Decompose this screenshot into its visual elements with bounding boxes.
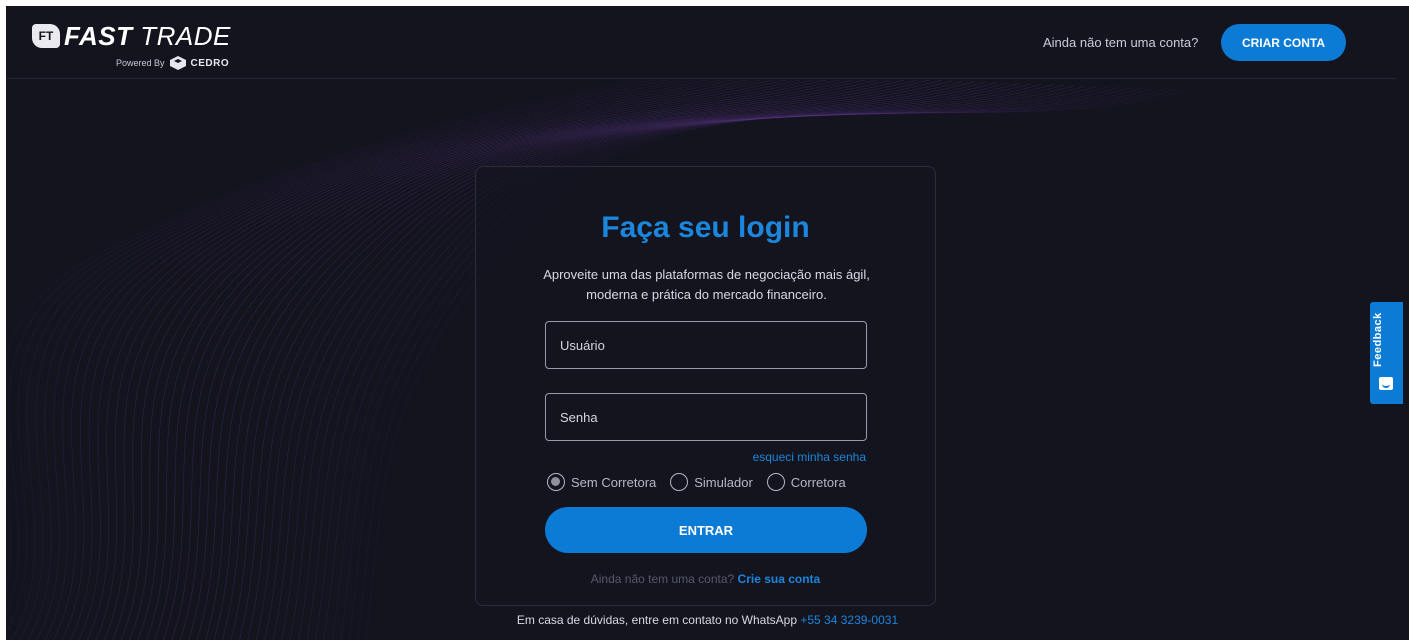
powered-by: Powered By CEDRO (116, 56, 229, 70)
create-account-link[interactable]: Crie sua conta (738, 572, 821, 586)
signup-question: Ainda não tem uma conta? (590, 572, 735, 586)
login-title: Faça seu login (601, 211, 810, 244)
login-submit-button[interactable]: ENTRAR (545, 507, 867, 553)
radio-sem-corretora[interactable]: Sem Corretora (547, 473, 656, 491)
fast-trade-logo[interactable]: FT FAST TRADE Powered By CEDRO (30, 18, 230, 74)
radio-unchecked-icon[interactable] (670, 473, 689, 491)
create-account-button[interactable]: CRIAR CONTA (1221, 24, 1346, 61)
login-subtitle-line2: moderna e prática do mercado financeiro. (586, 287, 827, 302)
top-header: FT FAST TRADE Powered By CEDRO Ainda não… (6, 6, 1396, 79)
signup-prompt: Ainda não tem uma conta? Crie sua conta (476, 572, 935, 586)
radio-corretora[interactable]: Corretora (766, 473, 846, 491)
powered-by-label: Powered By (116, 58, 165, 68)
radio-simulador[interactable]: Simulador (670, 473, 753, 491)
radio-label: Corretora (790, 474, 846, 490)
ft-logo-icon: FT (32, 24, 60, 48)
radio-label: Simulador (694, 474, 753, 490)
login-subtitle-line1: Aproveite uma das plataformas de negocia… (543, 267, 870, 282)
login-card: Faça seu login Aproveite uma das platafo… (475, 166, 936, 606)
brand-name-light: TRADE (140, 21, 231, 51)
feedback-tab[interactable]: Feedback (1370, 302, 1403, 404)
password-input[interactable] (545, 393, 867, 441)
login-subtitle: Aproveite uma das plataformas de negocia… (516, 265, 897, 305)
feedback-label: Feedback (1372, 312, 1384, 368)
no-account-question: Ainda não tem uma conta? (1043, 35, 1199, 50)
brand-name-bold: FAST (64, 21, 133, 51)
cedro-label: CEDRO (190, 57, 230, 69)
contact-text: Em casa de dúvidas, entre em contato no … (516, 613, 798, 627)
radio-label: Sem Corretora (571, 474, 657, 490)
forgot-password-link[interactable]: esqueci minha senha (753, 450, 866, 464)
whatsapp-contact: Em casa de dúvidas, entre em contato no … (6, 613, 1409, 627)
brand-name: FAST TRADE (64, 21, 231, 52)
smile-icon (1379, 377, 1393, 390)
radio-unchecked-icon[interactable] (766, 473, 785, 491)
username-input[interactable] (545, 321, 867, 369)
cedro-logo-icon (169, 56, 186, 70)
whatsapp-phone-link[interactable]: +55 34 3239-0031 (800, 613, 898, 627)
app-window: FT FAST TRADE Powered By CEDRO Ainda não… (6, 6, 1409, 640)
radio-checked-icon[interactable] (547, 473, 565, 491)
account-type-radio-group: Sem Corretora Simulador Corretora (547, 473, 860, 491)
